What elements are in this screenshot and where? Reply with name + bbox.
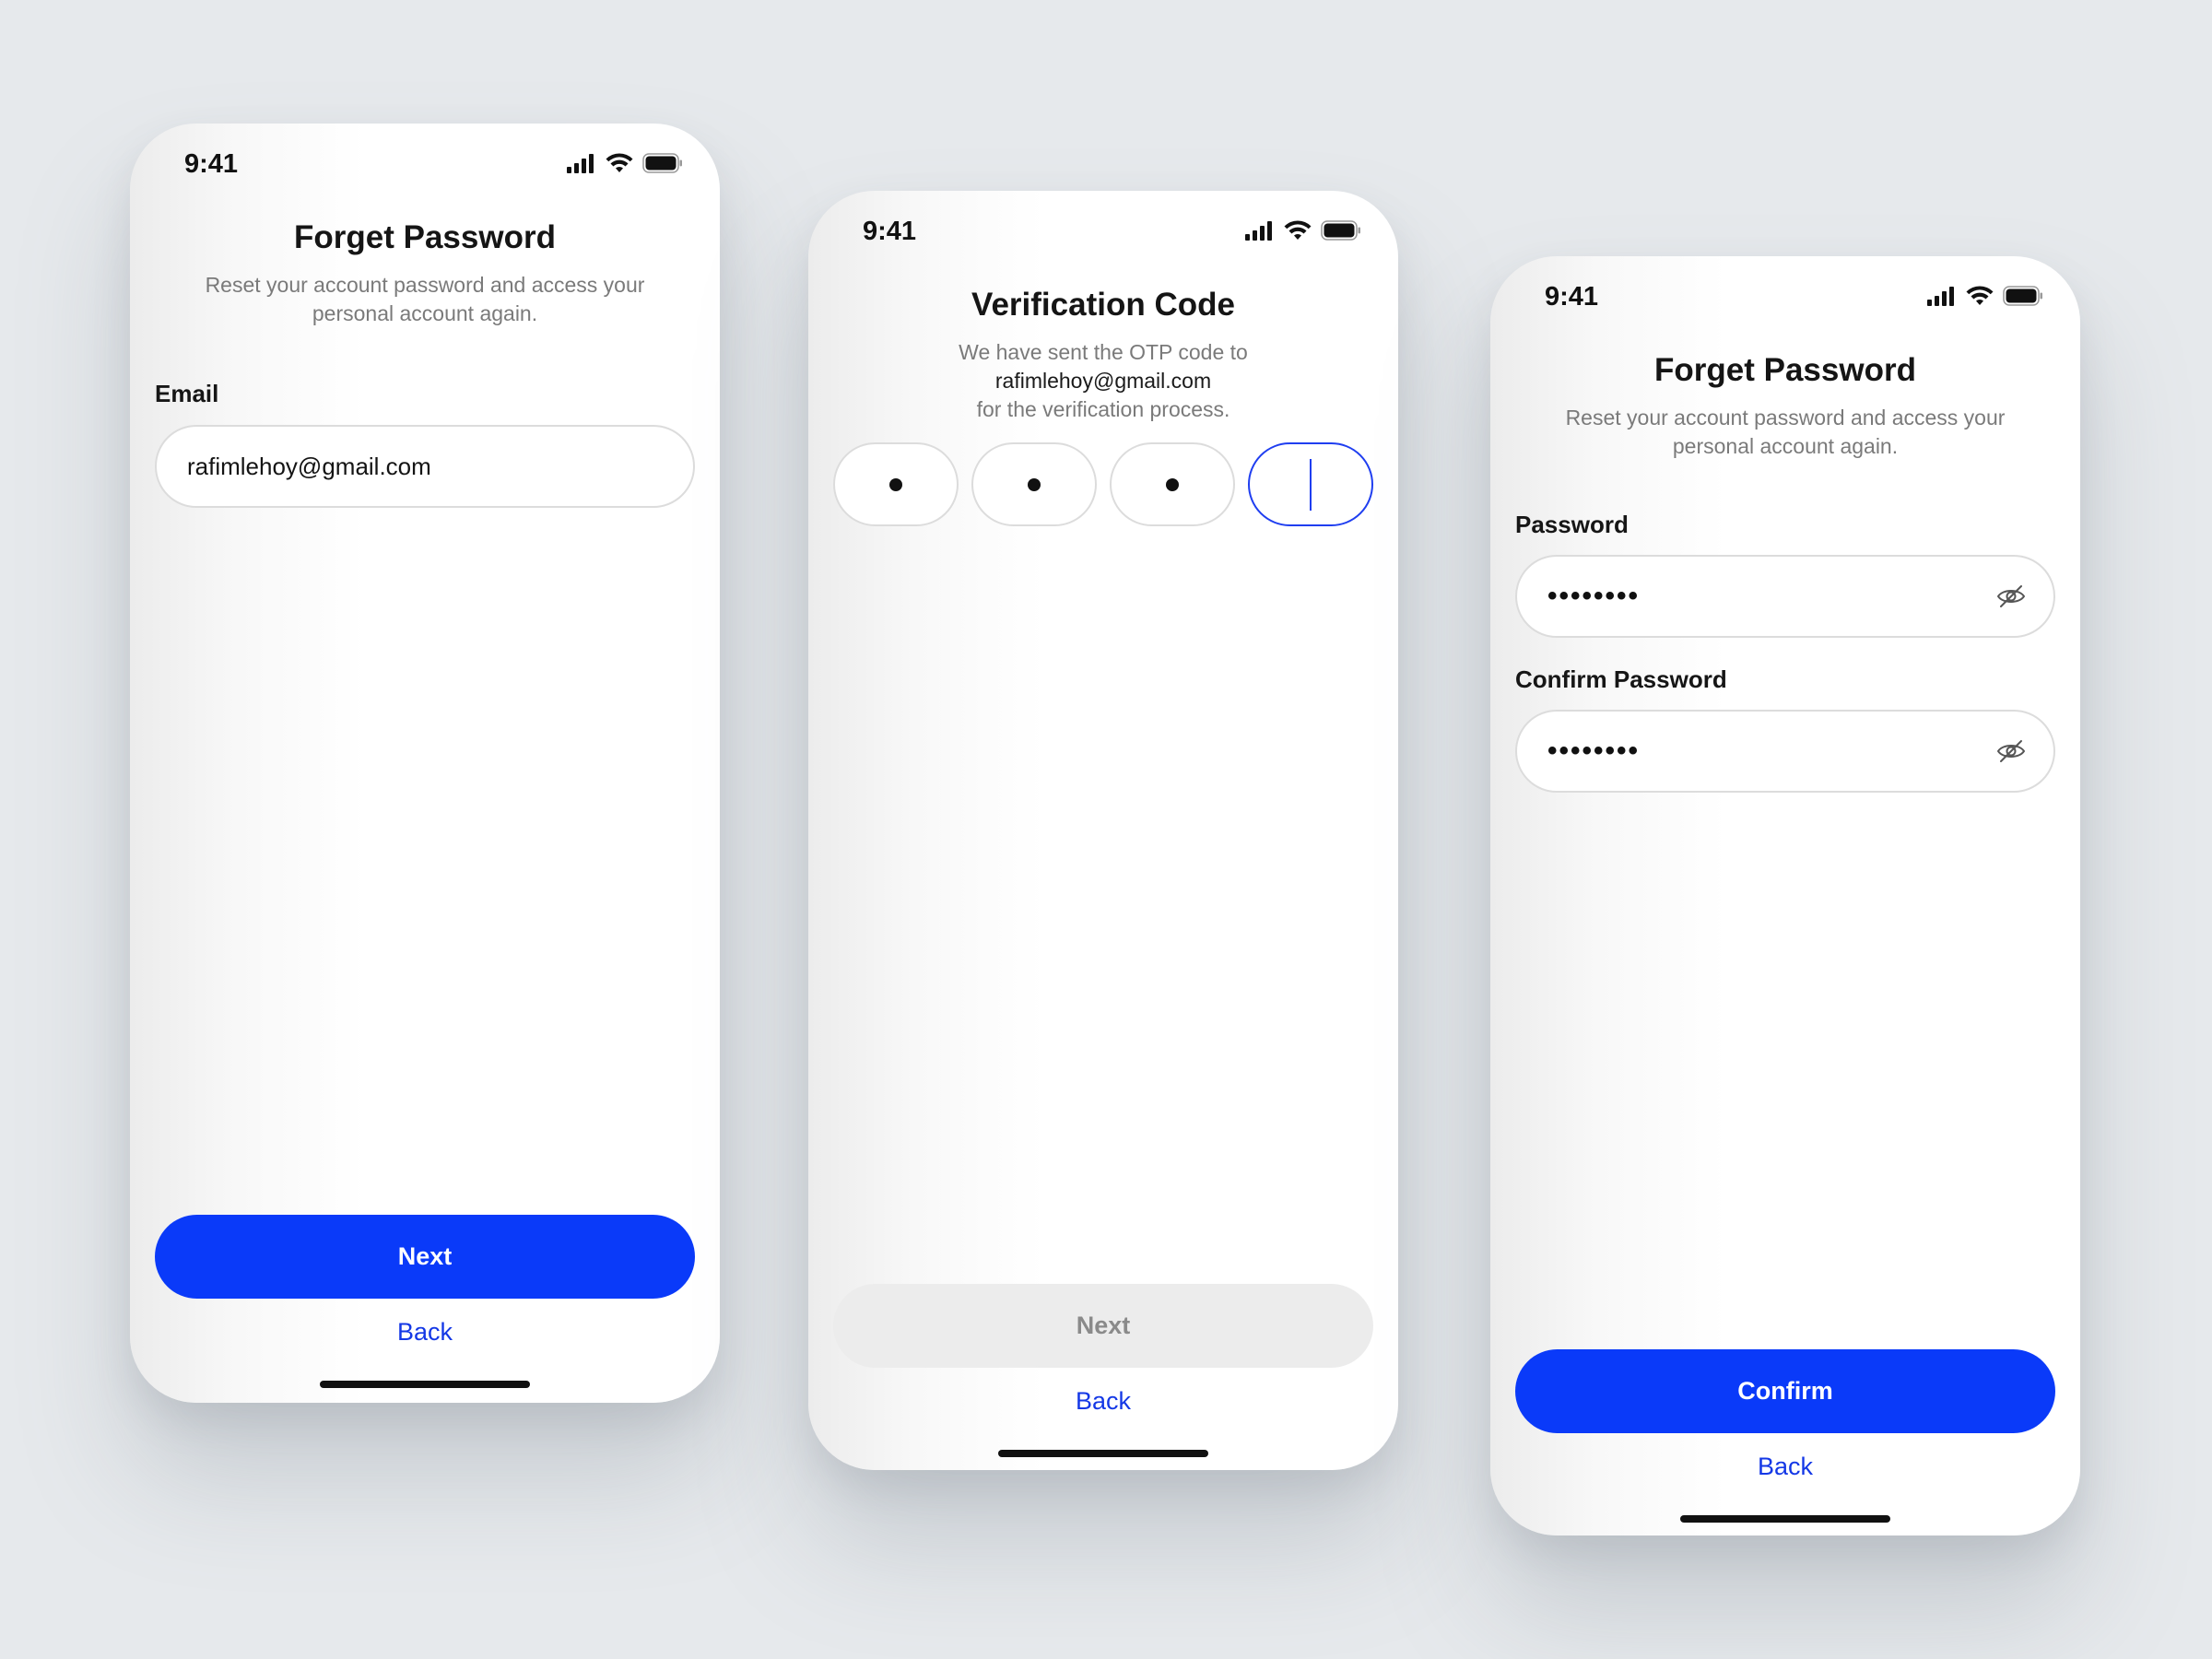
otp-input-group bbox=[833, 442, 1373, 526]
back-link[interactable]: Back bbox=[808, 1387, 1398, 1416]
phone-screen-reset-password: 9:41 Forget Password Reset your account … bbox=[1490, 256, 2080, 1535]
signal-icon bbox=[567, 153, 596, 173]
otp-digit-2[interactable] bbox=[971, 442, 1097, 526]
eye-off-icon[interactable] bbox=[1996, 738, 2026, 764]
next-button[interactable]: Next bbox=[155, 1215, 695, 1299]
page-title: Forget Password bbox=[1654, 352, 1916, 388]
status-icons bbox=[1245, 220, 1361, 241]
text-caret bbox=[1310, 458, 1312, 511]
battery-icon bbox=[2003, 286, 2043, 306]
otp-filled-dot bbox=[1028, 477, 1041, 491]
signal-icon bbox=[1245, 220, 1275, 241]
battery-icon bbox=[642, 153, 683, 173]
next-button-disabled[interactable]: Next bbox=[833, 1284, 1373, 1368]
confirm-password-value: •••••••• bbox=[1547, 735, 1641, 766]
status-time: 9:41 bbox=[863, 217, 917, 246]
battery-icon bbox=[1321, 220, 1361, 241]
email-field[interactable]: rafimlehoy@gmail.com bbox=[155, 425, 695, 508]
otp-digit-4[interactable] bbox=[1248, 442, 1373, 526]
otp-digit-3[interactable] bbox=[1110, 442, 1235, 526]
status-time: 9:41 bbox=[1545, 282, 1599, 312]
phone-screen-forget-password-email: 9:41 Forget Password Reset your account … bbox=[130, 124, 720, 1403]
page-title: Forget Password bbox=[294, 219, 556, 255]
password-label: Password bbox=[1515, 511, 1629, 538]
confirm-password-label: Confirm Password bbox=[1515, 665, 1727, 693]
page-subtitle: Reset your account password and access y… bbox=[1565, 406, 2006, 458]
password-value: •••••••• bbox=[1547, 581, 1641, 611]
email-label: Email bbox=[155, 380, 219, 407]
status-icons bbox=[1927, 286, 2043, 306]
subtitle-prefix: We have sent the OTP code to bbox=[959, 340, 1248, 364]
confirm-button[interactable]: Confirm bbox=[1515, 1349, 2055, 1433]
status-bar: 9:41 bbox=[1490, 256, 2080, 339]
otp-digit-1[interactable] bbox=[833, 442, 959, 526]
status-time: 9:41 bbox=[184, 149, 239, 179]
subtitle-email: rafimlehoy@gmail.com bbox=[994, 369, 1212, 393]
wifi-icon bbox=[1284, 220, 1312, 241]
password-field[interactable]: •••••••• bbox=[1515, 555, 2055, 638]
email-value: rafimlehoy@gmail.com bbox=[187, 452, 431, 480]
signal-icon bbox=[1927, 286, 1957, 306]
home-indicator bbox=[998, 1450, 1208, 1457]
home-indicator bbox=[320, 1381, 530, 1388]
status-icons bbox=[567, 153, 683, 173]
page-title: Verification Code bbox=[971, 287, 1235, 323]
confirm-password-field[interactable]: •••••••• bbox=[1515, 710, 2055, 793]
status-bar: 9:41 bbox=[130, 124, 720, 206]
page-subtitle: Reset your account password and access y… bbox=[205, 273, 645, 325]
home-indicator bbox=[1680, 1515, 1890, 1523]
wifi-icon bbox=[606, 153, 633, 173]
phone-screen-verification-code: 9:41 Verification Code We have sent the … bbox=[808, 191, 1398, 1470]
otp-filled-dot bbox=[1166, 477, 1179, 491]
otp-filled-dot bbox=[889, 477, 902, 491]
status-bar: 9:41 bbox=[808, 191, 1398, 274]
back-link[interactable]: Back bbox=[1490, 1453, 2080, 1481]
subtitle-suffix: for the verification process. bbox=[976, 397, 1230, 421]
eye-off-icon[interactable] bbox=[1996, 583, 2026, 609]
back-link[interactable]: Back bbox=[130, 1318, 720, 1347]
page-subtitle: We have sent the OTP code to rafimlehoy@… bbox=[854, 338, 1352, 424]
wifi-icon bbox=[1966, 286, 1994, 306]
